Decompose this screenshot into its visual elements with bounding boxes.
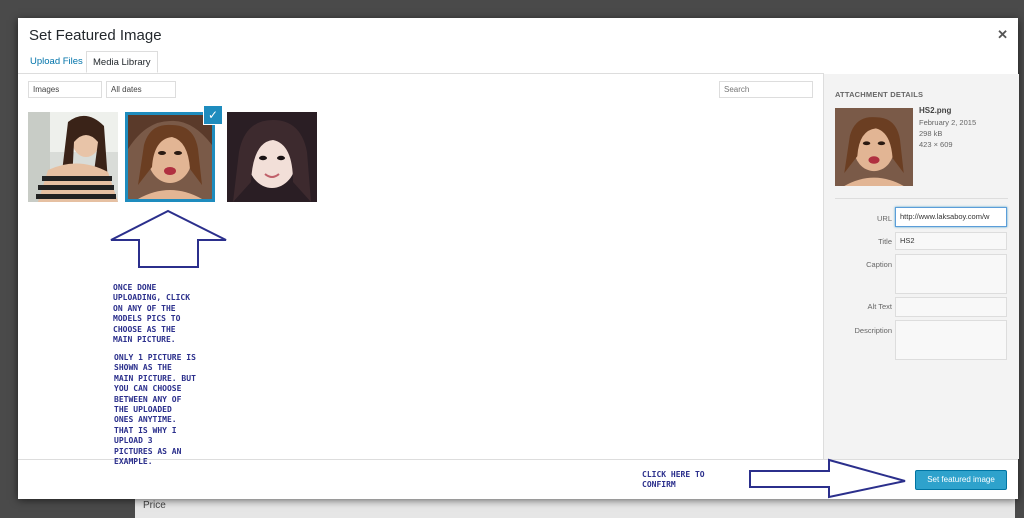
attachment-details-heading: ATTACHMENT DETAILS <box>835 90 924 99</box>
title-field[interactable]: HS2 <box>895 232 1007 250</box>
tab-media-library[interactable]: Media Library <box>86 51 158 73</box>
url-label: URL <box>876 214 892 223</box>
tabs-divider <box>18 73 824 74</box>
checkmark-icon[interactable]: ✓ <box>204 106 222 124</box>
attachment-date: February 2, 2015 <box>919 118 977 127</box>
url-field[interactable]: http://www.laksaboy.com/w <box>895 207 1007 227</box>
details-divider <box>835 198 1008 199</box>
alt-text-label: Alt Text <box>867 302 892 311</box>
media-thumbnail-selected[interactable] <box>125 112 215 202</box>
alt-text-field[interactable] <box>895 297 1007 317</box>
annotation-explanation: ONLY 1 PICTURE IS SHOWN AS THE MAIN PICT… <box>114 353 196 467</box>
backdrop-price-label: Price <box>143 500 166 511</box>
tab-upload-files[interactable]: Upload Files <box>24 51 89 73</box>
modal-title: Set Featured Image <box>29 27 162 44</box>
search-input[interactable] <box>719 81 813 98</box>
attachment-filename: HS2.png <box>919 106 952 115</box>
caption-field[interactable] <box>895 254 1007 294</box>
close-icon[interactable]: ✕ <box>997 27 1008 43</box>
attachment-dimensions: 423 × 609 <box>919 140 953 149</box>
description-label: Description <box>854 326 892 335</box>
media-type-filter[interactable]: Images <box>28 81 102 98</box>
media-thumbnail[interactable] <box>28 112 118 202</box>
title-label: Title <box>878 237 892 246</box>
annotation-confirm: CLICK HERE TO CONFIRM <box>642 470 705 490</box>
attachment-details-sidebar: ATTACHMENT DETAILS HS2.png February 2, 2… <box>823 74 1019 459</box>
caption-label: Caption <box>866 260 892 269</box>
attachment-preview <box>835 108 913 186</box>
description-field[interactable] <box>895 320 1007 360</box>
backdrop-page <box>135 498 1015 518</box>
date-filter[interactable]: All dates <box>106 81 176 98</box>
media-thumbnail[interactable] <box>227 112 317 202</box>
set-featured-image-button[interactable]: Set featured image <box>915 470 1007 490</box>
annotation-instructions: ONCE DONE UPLOADING, CLICK ON ANY OF THE… <box>113 283 191 345</box>
attachment-filesize: 298 kB <box>919 129 943 138</box>
